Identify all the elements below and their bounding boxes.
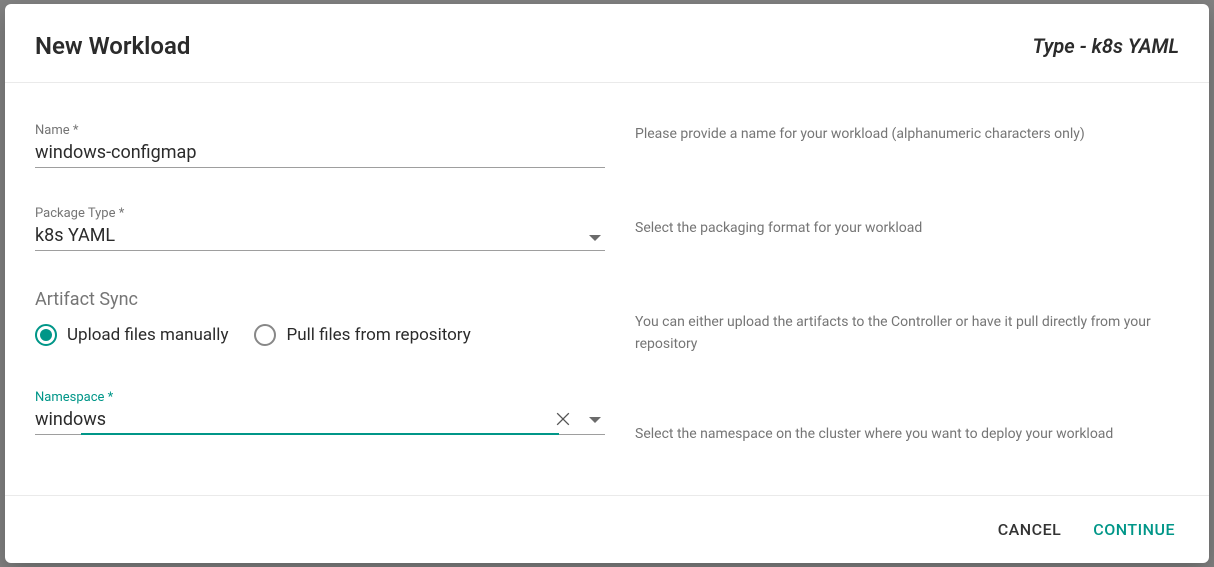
radio-unselected-icon bbox=[254, 324, 276, 346]
modal-title: New Workload bbox=[35, 32, 190, 60]
help-name: Please provide a name for your workload … bbox=[635, 123, 1179, 175]
new-workload-modal: New Workload Type - k8s YAML Name * Pack… bbox=[5, 4, 1209, 563]
radio-upload-manually[interactable]: Upload files manually bbox=[35, 324, 228, 346]
chevron-down-icon bbox=[589, 235, 601, 241]
name-label: Name * bbox=[35, 123, 605, 138]
radio-pull-label: Pull files from repository bbox=[286, 325, 470, 345]
artifact-sync-field: Artifact Sync Upload files manually Pull… bbox=[35, 289, 605, 346]
package-type-field: Package Type * bbox=[35, 206, 605, 251]
chevron-down-icon[interactable] bbox=[589, 417, 601, 423]
modal-type-label: Type - k8s YAML bbox=[1033, 34, 1179, 58]
modal-footer: CANCEL CONTINUE bbox=[5, 495, 1209, 563]
clear-icon[interactable] bbox=[553, 409, 573, 429]
radio-selected-icon bbox=[35, 324, 57, 346]
name-field: Name * bbox=[35, 123, 605, 168]
name-input[interactable] bbox=[35, 140, 605, 168]
form-column: Name * Package Type * Artifact Sync Uplo… bbox=[35, 123, 605, 495]
cancel-button[interactable]: CANCEL bbox=[988, 512, 1072, 547]
namespace-field: Namespace * bbox=[35, 390, 605, 435]
help-column: Please provide a name for your workload … bbox=[635, 123, 1179, 495]
namespace-input[interactable] bbox=[35, 407, 605, 435]
artifact-sync-radio-group: Upload files manually Pull files from re… bbox=[35, 324, 605, 346]
artifact-sync-title: Artifact Sync bbox=[35, 289, 605, 310]
radio-pull-repository[interactable]: Pull files from repository bbox=[254, 324, 470, 346]
package-type-label: Package Type * bbox=[35, 206, 605, 221]
help-package-type: Select the packaging format for your wor… bbox=[635, 217, 1179, 269]
modal-header: New Workload Type - k8s YAML bbox=[5, 4, 1209, 83]
modal-body: Name * Package Type * Artifact Sync Uplo… bbox=[5, 83, 1209, 495]
namespace-label: Namespace * bbox=[35, 390, 605, 405]
package-type-select[interactable] bbox=[35, 223, 605, 251]
help-namespace: Select the namespace on the cluster wher… bbox=[635, 423, 1179, 475]
help-artifact-sync: You can either upload the artifacts to t… bbox=[635, 311, 1179, 381]
continue-button[interactable]: CONTINUE bbox=[1083, 512, 1185, 547]
input-focus-underline bbox=[81, 433, 559, 435]
radio-upload-label: Upload files manually bbox=[67, 325, 228, 345]
